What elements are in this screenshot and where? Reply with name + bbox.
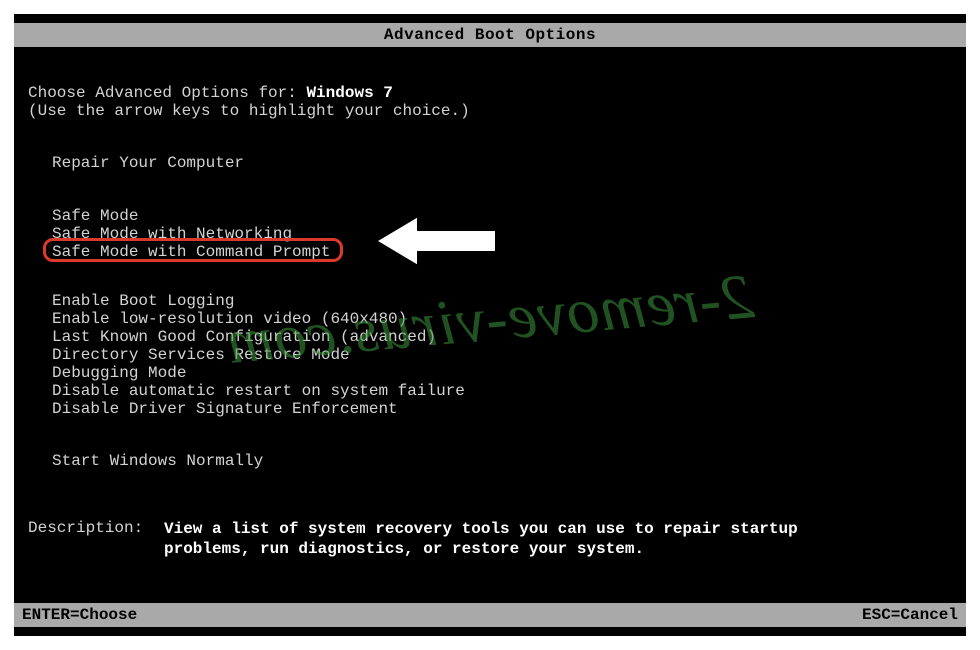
description-text: View a list of system recovery tools you… <box>164 519 814 559</box>
boot-screen: Advanced Boot Options Choose Advanced Op… <box>14 14 966 636</box>
menu-item-safe-mode-cmd[interactable]: Safe Mode with Command Prompt <box>52 243 330 261</box>
footer-enter: ENTER=Choose <box>22 603 137 627</box>
os-name: Windows 7 <box>306 84 392 102</box>
title-text: Advanced Boot Options <box>384 26 596 44</box>
title-bar: Advanced Boot Options <box>14 23 966 47</box>
menu-item-safe-mode-net[interactable]: Safe Mode with Networking <box>52 225 330 243</box>
menu-item-last-known-good[interactable]: Last Known Good Configuration (advanced) <box>52 328 465 346</box>
menu-item-debugging[interactable]: Debugging Mode <box>52 364 465 382</box>
menu-group-advanced: Enable Boot Logging Enable low-resolutio… <box>52 292 465 418</box>
description-label: Description: <box>28 519 143 537</box>
choose-prompt: Choose Advanced Options for: <box>28 84 306 102</box>
menu-item-lowres[interactable]: Enable low-resolution video (640x480) <box>52 310 465 328</box>
hint-line: (Use the arrow keys to highlight your ch… <box>28 102 470 120</box>
footer-esc: ESC=Cancel <box>862 603 958 627</box>
menu-item-repair[interactable]: Repair Your Computer <box>52 154 244 172</box>
menu-item-ds-restore[interactable]: Directory Services Restore Mode <box>52 346 465 364</box>
menu-item-disable-sig[interactable]: Disable Driver Signature Enforcement <box>52 400 465 418</box>
menu-item-boot-logging[interactable]: Enable Boot Logging <box>52 292 465 310</box>
choose-line: Choose Advanced Options for: Windows 7 <box>28 84 393 102</box>
footer-bar: ENTER=Choose ESC=Cancel <box>14 603 966 627</box>
arrow-icon <box>366 206 506 276</box>
menu-item-safe-mode[interactable]: Safe Mode <box>52 207 330 225</box>
menu-group-safemode: Safe Mode Safe Mode with Networking Safe… <box>52 207 330 261</box>
menu-group-normal: Start Windows Normally <box>52 452 263 470</box>
menu-item-disable-restart[interactable]: Disable automatic restart on system fail… <box>52 382 465 400</box>
menu-group-repair: Repair Your Computer <box>52 154 244 172</box>
menu-item-start-normally[interactable]: Start Windows Normally <box>52 452 263 470</box>
